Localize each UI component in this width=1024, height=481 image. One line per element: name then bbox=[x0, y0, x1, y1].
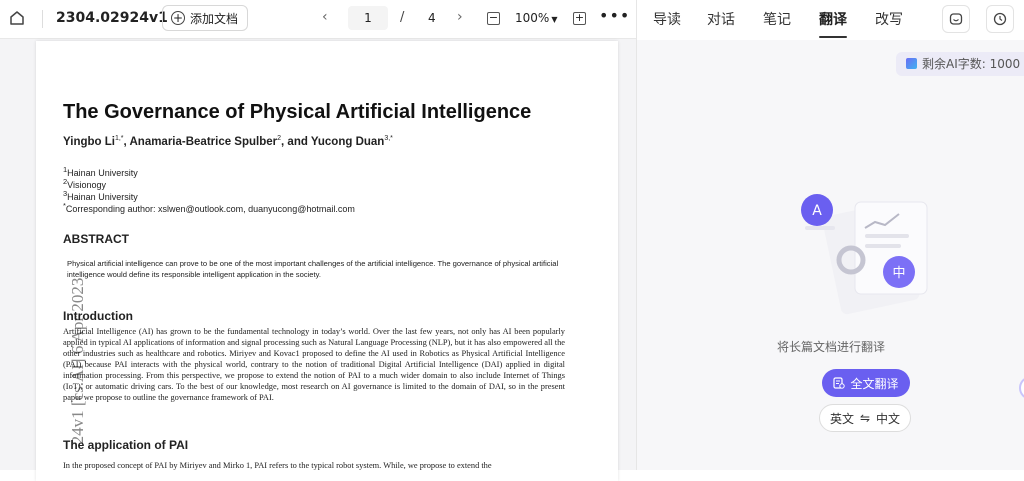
translate-hint: 将长篇文档进行翻译 bbox=[776, 340, 885, 354]
home-icon[interactable] bbox=[8, 9, 26, 27]
abstract-heading: ABSTRACT bbox=[63, 232, 129, 246]
swap-languages-icon[interactable]: ⇋ bbox=[860, 411, 870, 425]
smile-icon bbox=[949, 13, 963, 25]
zoom-out-icon[interactable]: − bbox=[487, 12, 500, 25]
document-toolbar: 2304.02924v1 + 添加文档 ‹ 1 / 4 › − 100% ▼ + … bbox=[0, 0, 636, 39]
toolbar-divider bbox=[42, 10, 43, 28]
clock-icon bbox=[993, 12, 1007, 26]
next-page-icon[interactable]: › bbox=[457, 9, 463, 25]
zoom-value: 100% bbox=[515, 11, 550, 25]
paper-title: The Governance of Physical Artificial In… bbox=[63, 101, 532, 123]
pai-heading: The application of PAI bbox=[63, 438, 189, 452]
tab-notes[interactable]: 笔记 bbox=[763, 9, 791, 29]
add-document-button[interactable]: + 添加文档 bbox=[162, 5, 248, 31]
tab-chat[interactable]: 对话 bbox=[707, 9, 735, 29]
zoom-in-icon[interactable]: + bbox=[573, 12, 586, 25]
affiliation: *Corresponding author: xslwen@outlook.co… bbox=[63, 201, 355, 214]
pdf-page: 24v1 [cs.AI] 6 Apr 2023 The Governance o… bbox=[36, 41, 618, 481]
ai-logo-icon bbox=[906, 58, 917, 69]
intro-heading: Introduction bbox=[63, 309, 133, 323]
pai-text: In the proposed concept of PAI by Miriye… bbox=[63, 461, 492, 470]
page-total: 4 bbox=[428, 11, 436, 25]
history-button[interactable] bbox=[986, 5, 1014, 33]
ai-side-panel: 导读 对话 笔记 翻译 改写 剩余AI字数: 1000 A 中 将长篇文档进行翻… bbox=[636, 0, 1024, 470]
page-separator: / bbox=[400, 10, 405, 25]
more-options-icon[interactable]: ••• bbox=[599, 6, 630, 25]
active-tab-indicator bbox=[819, 36, 847, 38]
tab-guide[interactable]: 导读 bbox=[653, 9, 681, 29]
plus-circle-icon: + bbox=[171, 11, 185, 25]
document-viewer[interactable]: 24v1 [cs.AI] 6 Apr 2023 The Governance o… bbox=[0, 39, 636, 481]
intro-text: Artificial Intelligence (AI) has grown t… bbox=[63, 327, 565, 402]
source-language: 英文 bbox=[829, 411, 854, 426]
full-translate-button[interactable]: 全文翻译 bbox=[822, 369, 910, 397]
prev-page-icon[interactable]: ‹ bbox=[322, 9, 328, 25]
floating-assistant-icon[interactable] bbox=[1019, 376, 1024, 400]
translate-illustration: A 中 bbox=[801, 194, 928, 315]
paper-authors: Yingbo Li1,*, Anamaria-Beatrice Spulber2… bbox=[63, 135, 393, 148]
page-number-input[interactable]: 1 bbox=[348, 6, 388, 30]
bubble-a-text: A bbox=[812, 203, 822, 219]
quota-label: 剩余AI字数: bbox=[922, 57, 986, 71]
quota-value: 1000 bbox=[989, 57, 1021, 71]
tab-translate[interactable]: 翻译 bbox=[819, 9, 847, 29]
tab-rewrite[interactable]: 改写 bbox=[875, 9, 903, 29]
zoom-select[interactable]: 100% ▼ bbox=[515, 11, 557, 25]
translate-doc-icon bbox=[833, 377, 846, 389]
caret-down-icon: ▼ bbox=[551, 15, 558, 24]
add-document-label: 添加文档 bbox=[190, 11, 239, 26]
feedback-button[interactable] bbox=[942, 5, 970, 33]
abstract-text: Physical artificial intelligence can pro… bbox=[67, 259, 559, 279]
full-translate-label: 全文翻译 bbox=[850, 376, 899, 391]
language-pair-selector[interactable]: 英文 ⇋ 中文 bbox=[819, 404, 911, 432]
bubble-zh-text: 中 bbox=[892, 266, 905, 281]
document-title: 2304.02924v1 bbox=[56, 10, 168, 26]
ai-quota-badge: 剩余AI字数: 1000 bbox=[896, 52, 1024, 76]
panel-tabs: 导读 对话 笔记 翻译 改写 bbox=[637, 0, 1024, 40]
target-language: 中文 bbox=[876, 411, 901, 426]
